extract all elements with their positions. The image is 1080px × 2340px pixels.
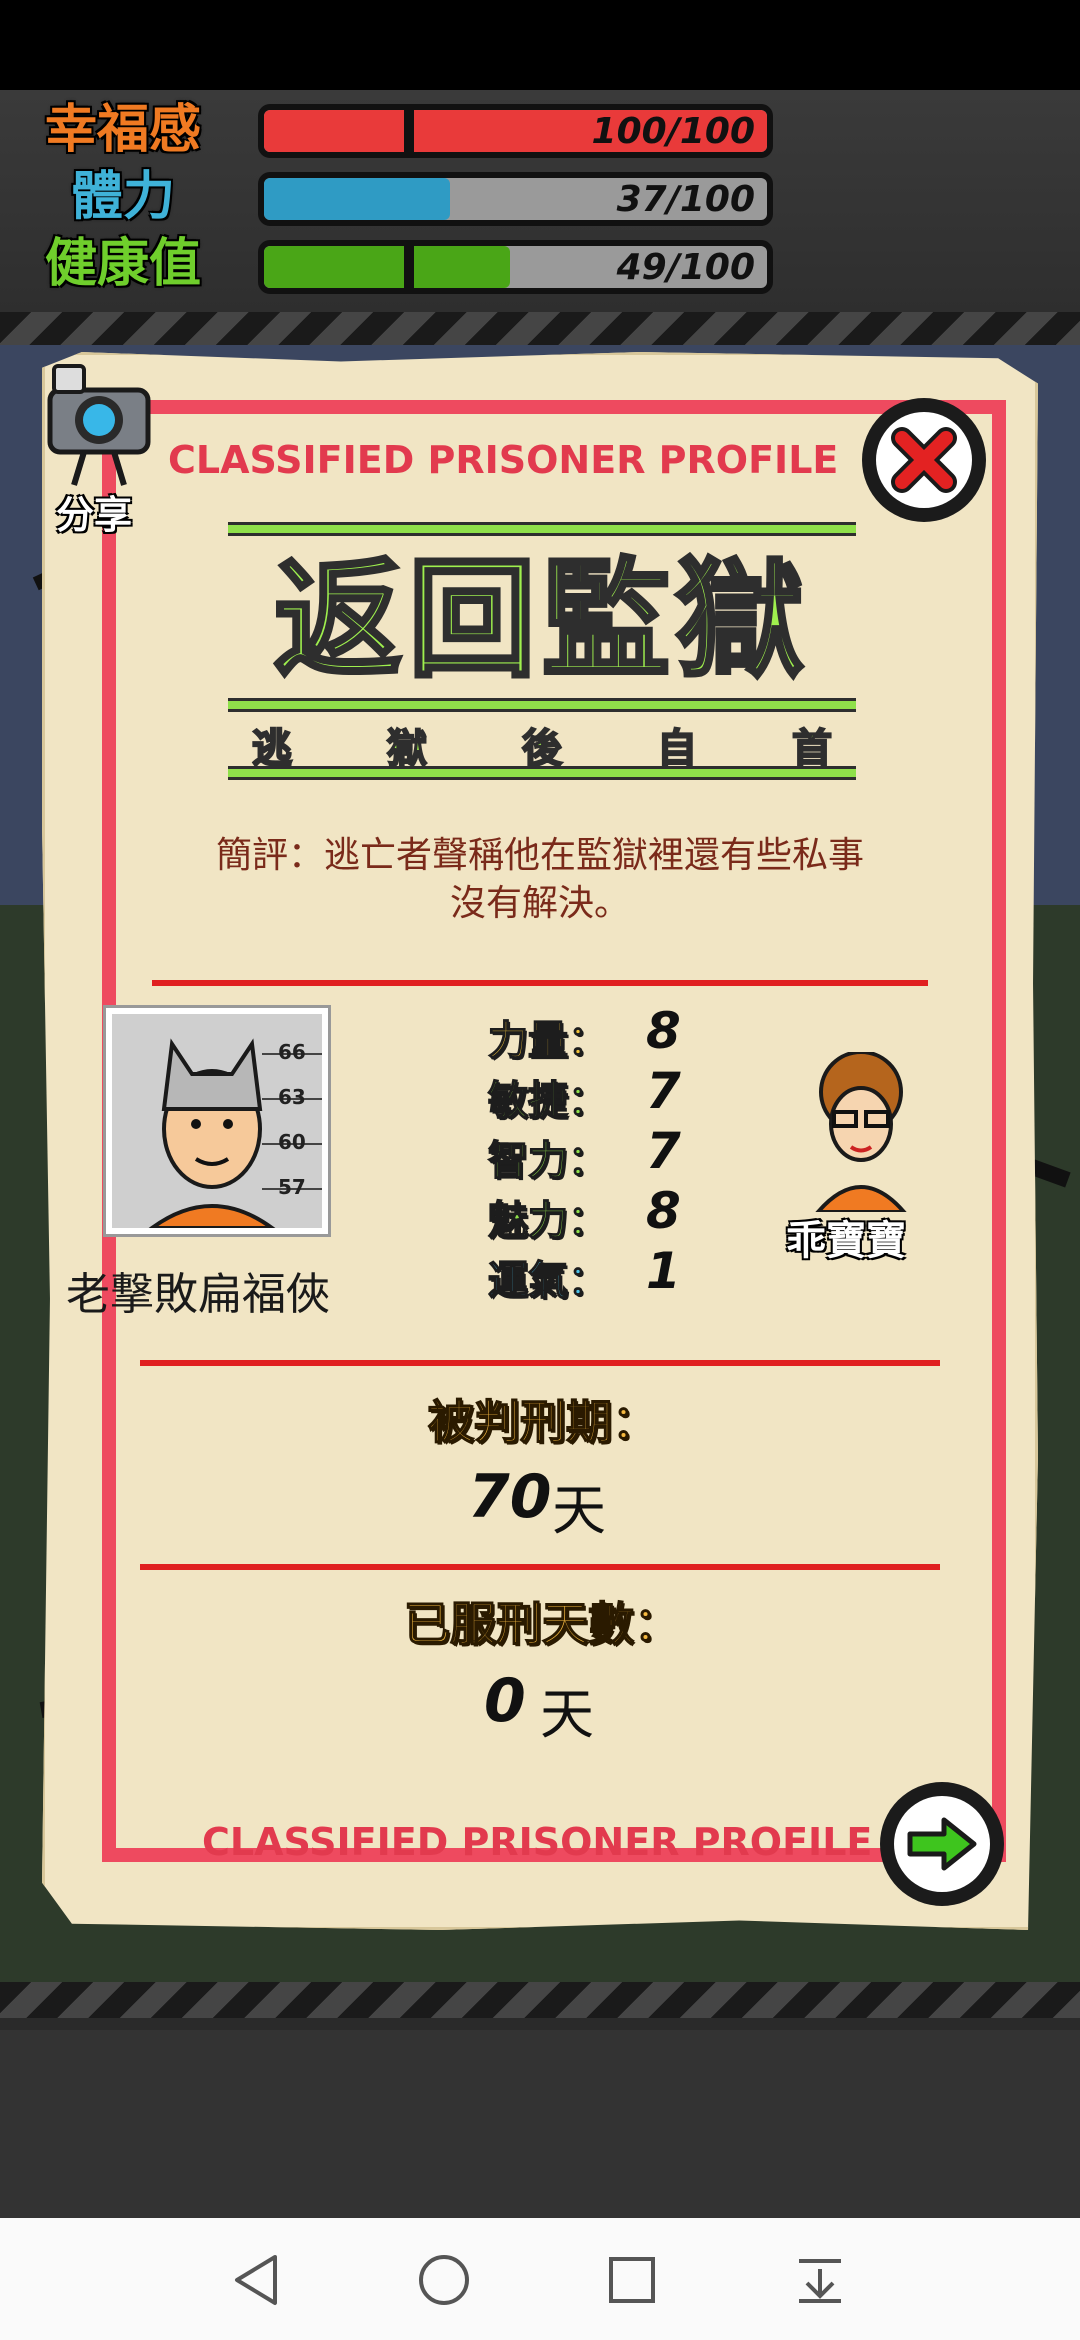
nav-recents-button[interactable] (602, 2250, 662, 2310)
attr-value-luck: 1 (646, 1242, 681, 1300)
health-value: 49/100 (616, 247, 755, 288)
next-button[interactable] (880, 1782, 1004, 1906)
attr-label-agility: 敏捷： (487, 1077, 609, 1125)
title-rule (228, 766, 856, 780)
bar-divider (404, 246, 414, 288)
mission-title-text: 返回監獄 (272, 545, 810, 695)
next-button-face[interactable] (894, 1796, 990, 1892)
stamina-label: 體力 (70, 167, 175, 227)
classified-header: CLASSIFIED PRISONER PROFILE (168, 438, 839, 482)
stamina-fill (264, 178, 451, 220)
attr-label-intelligence: 智力： (487, 1137, 609, 1185)
sentence-unit: 天 (552, 1479, 606, 1542)
bar-divider (404, 110, 414, 152)
served-value: 0 (484, 1666, 526, 1736)
subtitle-char: 獄 (386, 725, 428, 773)
subtitle-char: 逃 (251, 725, 293, 773)
description-line: 沒有解決。 (449, 883, 630, 924)
happiness-bar: 100/100 (258, 104, 773, 158)
status-bar (0, 0, 1080, 90)
happiness-label: 幸福感 (44, 100, 201, 160)
served-unit: 天 (540, 1683, 594, 1746)
close-icon (891, 427, 957, 493)
height-mark: 66 (278, 1040, 306, 1064)
share-label[interactable]: 分享 (56, 484, 132, 539)
mission-description: 簡評：逃亡者聲稱他在監獄裡還有些私事 沒有解決。 (150, 832, 930, 928)
character-tag: 乖寶寶 (786, 1218, 906, 1264)
subtitle-char: 後 (521, 725, 563, 773)
health-bar: 49/100 (258, 240, 773, 294)
download-icon (799, 2259, 841, 2303)
title-rule (228, 522, 856, 536)
arrow-right-icon (907, 1817, 977, 1871)
attr-value-agility: 7 (646, 1062, 681, 1120)
health-fill (264, 246, 511, 288)
subtitle-char: 首 (791, 725, 833, 773)
height-mark: 60 (278, 1130, 306, 1154)
served-label: 已服刑天數： (403, 1596, 681, 1652)
attr-value-strength: 8 (646, 1002, 681, 1060)
mission-subtitle: 逃 獄 後 自 首 (228, 716, 856, 773)
subtitle-char: 自 (656, 725, 698, 773)
attr-value-charisma: 8 (646, 1182, 681, 1240)
prisoner-mugshot: 66 63 60 57 (106, 1008, 328, 1234)
system-navbar (0, 2218, 1080, 2340)
close-button[interactable] (862, 398, 986, 522)
mission-title: 返回監獄 逃 獄 後 自 首 (228, 522, 856, 780)
title-rule (228, 698, 856, 712)
back-icon (235, 2255, 277, 2305)
attr-label-charisma: 魅力： (487, 1197, 609, 1245)
divider-rule (140, 1564, 940, 1570)
nav-menu-button[interactable] (790, 2250, 850, 2310)
height-mark: 57 (278, 1175, 306, 1199)
recents-icon (609, 2257, 655, 2303)
sentence-label: 被判刑期： (427, 1394, 659, 1450)
stamina-bar: 37/100 (258, 172, 773, 226)
camera-icon (47, 364, 151, 486)
attr-label-luck: 運氣： (487, 1257, 609, 1305)
stats-hud: 幸福感 100/100 體力 37/100 健康值 49/100 (0, 90, 1080, 315)
nav-home-button[interactable] (414, 2250, 474, 2310)
happiness-value: 100/100 (591, 111, 755, 152)
stamina-value: 37/100 (616, 179, 755, 220)
divider-rule (140, 1360, 940, 1366)
description-line: 簡評：逃亡者聲稱他在監獄裡還有些私事 (215, 835, 864, 876)
home-icon (419, 2255, 469, 2305)
attr-label-strength: 力量： (487, 1017, 609, 1065)
classified-footer: CLASSIFIED PRISONER PROFILE (202, 1820, 873, 1864)
height-mark: 63 (278, 1085, 306, 1109)
health-label: 健康值 (44, 234, 201, 294)
floor (0, 2030, 1080, 2218)
character-avatar (815, 1052, 907, 1212)
attr-value-intelligence: 7 (646, 1122, 681, 1180)
divider-rule (152, 980, 928, 986)
nav-back-button[interactable] (226, 2250, 286, 2310)
hazard-stripe-bottom (0, 1982, 1080, 2018)
hazard-stripe-top (0, 312, 1080, 348)
prisoner-name: 老撃敗扁福俠 (66, 1269, 330, 1320)
close-button-face[interactable] (876, 412, 972, 508)
sentence-value: 70 (468, 1462, 552, 1532)
